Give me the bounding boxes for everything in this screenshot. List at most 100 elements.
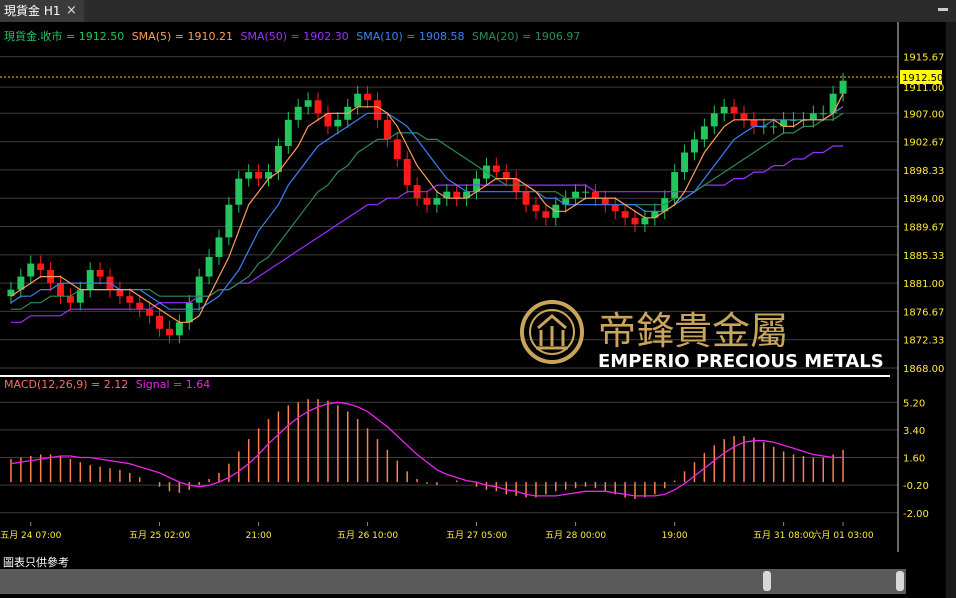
candle-body: [294, 106, 302, 120]
legend-sma50: SMA(50) = 1902.30: [240, 30, 348, 43]
candle-body: [126, 296, 134, 303]
candle-body: [591, 191, 599, 199]
candle-body: [809, 113, 817, 120]
y-tick-label: 1915.67: [903, 53, 944, 64]
candle-body: [146, 309, 154, 316]
candle-body: [631, 217, 639, 225]
candle-body: [453, 191, 461, 199]
candle-body: [393, 139, 401, 160]
candle-body: [730, 106, 738, 114]
candle-body: [116, 289, 124, 297]
candle-body: [383, 119, 391, 140]
minimize-icon[interactable]: [938, 8, 948, 11]
legend-price: 現貨金.收市 = 1912.50: [4, 29, 124, 43]
sma50-line: [11, 145, 843, 323]
x-tick-label: 19:00: [662, 531, 688, 541]
watermark: 帝鋒貴金屬 EMPERIO PRECIOUS METALS: [520, 300, 884, 372]
candle-body: [582, 191, 589, 193]
candle-body: [284, 119, 292, 146]
macd-y-tick-label: 5.20: [903, 398, 925, 409]
macd-histogram: [10, 399, 844, 499]
watermark-en: EMPERIO PRECIOUS METALS: [598, 351, 884, 372]
candle-body: [334, 119, 342, 127]
candle-body: [37, 263, 45, 271]
candle-body: [522, 191, 530, 205]
candle-body: [720, 106, 728, 114]
candle-body: [433, 198, 441, 205]
candle-body: [185, 302, 193, 323]
candle-body: [354, 93, 362, 107]
candle-body: [542, 211, 550, 218]
y-axis[interactable]: 1915.67 1911.00 1907.00 1902.67 1898.33 1894.…: [897, 22, 944, 552]
candle-body: [165, 328, 173, 336]
candle-body: [641, 217, 649, 225]
macd-legend-signal: Signal = 1.64: [136, 378, 211, 391]
candle-body: [532, 204, 540, 212]
candle-body: [601, 198, 609, 205]
y-tick-label: 1894.00: [903, 194, 944, 205]
y-tick-label: 1881.00: [903, 279, 944, 290]
x-tick-label: 五月 28 00:00: [545, 530, 606, 541]
candle-body: [304, 100, 312, 107]
candle-body: [700, 126, 708, 140]
candle-body: [27, 263, 35, 277]
chart-area[interactable]: 現貨金.收市 = 1912.50 SMA(5) = 1910.21 SMA(50…: [0, 22, 946, 552]
candle-body: [671, 172, 679, 199]
candle-body: [364, 93, 372, 101]
candle-body: [690, 139, 698, 153]
panel-separator[interactable]: [0, 375, 890, 377]
x-tick-label: 21:00: [246, 531, 272, 541]
x-tick-label: 六月 01 03:00: [812, 529, 873, 541]
y-tick-label: 1872.33: [903, 336, 944, 347]
candle-body: [819, 113, 827, 115]
macd-legend: MACD(12,26,9) = 2.12 Signal = 1.64: [4, 378, 210, 391]
watermark-cn: 帝鋒貴金屬: [598, 309, 788, 353]
macd-y-tick-label: -0.20: [903, 481, 929, 492]
right-edge: [946, 22, 956, 598]
x-tick-label: 五月 24 07:00: [0, 530, 61, 541]
navigator-left-handle[interactable]: [763, 571, 771, 591]
navigator-right-handle[interactable]: [896, 571, 904, 591]
tab-bar: 現貨金 H1 ×: [0, 0, 956, 22]
y-tick-label: 1898.33: [903, 166, 944, 177]
signal-line: [10, 401, 843, 497]
legend-sma5: SMA(5) = 1910.21: [132, 30, 233, 43]
legend-sma20: SMA(20) = 1906.97: [472, 30, 580, 43]
x-tick-label: 五月 25 02:00: [129, 530, 190, 541]
x-axis[interactable]: 五月 24 07:00 五月 25 02:00 21:00 五月 26 10:00 五月…: [0, 522, 874, 541]
candle-body: [86, 270, 94, 290]
macd-y-axis[interactable]: 5.20 3.40 1.60 -0.20 -2.00: [903, 398, 929, 520]
candle-body: [225, 204, 233, 238]
macd-signal-line: [10, 401, 843, 497]
y-tick-label: 1885.33: [903, 251, 944, 262]
macd-y-tick-label: 3.40: [903, 426, 925, 437]
x-tick-label: 五月 31 08:00: [753, 530, 814, 541]
candle-body: [175, 322, 183, 336]
candle-body: [96, 270, 104, 277]
candle-body: [839, 80, 847, 94]
legend-sma10: SMA(10) = 1908.58: [356, 30, 464, 43]
candle-body: [492, 165, 500, 173]
candle-body: [195, 276, 203, 303]
candle-body: [770, 126, 778, 128]
tab-gold-h1[interactable]: 現貨金 H1 ×: [0, 0, 84, 22]
candle-body: [710, 113, 718, 127]
legend: 現貨金.收市 = 1912.50 SMA(5) = 1910.21 SMA(50…: [4, 29, 580, 43]
candle-body: [136, 302, 144, 310]
candle-body: [621, 211, 629, 218]
y-tick-label: 1911.00: [903, 83, 944, 94]
candle-body: [502, 172, 510, 179]
macd-y-tick-label: 1.60: [903, 454, 925, 465]
x-tick-label: 五月 26 10:00: [337, 530, 398, 541]
candle-body: [374, 100, 381, 120]
close-icon[interactable]: ×: [66, 0, 77, 22]
candle-body: [681, 152, 689, 173]
tab-title: 現貨金 H1: [4, 4, 61, 18]
candle-body: [314, 100, 322, 114]
macd-y-tick-label: -2.00: [903, 509, 929, 520]
candle-body: [829, 93, 837, 114]
disclaimer-label: 圖表只供參考: [3, 556, 69, 569]
candle-body: [740, 113, 748, 120]
candle-body: [205, 256, 213, 277]
candle-body: [235, 178, 243, 205]
